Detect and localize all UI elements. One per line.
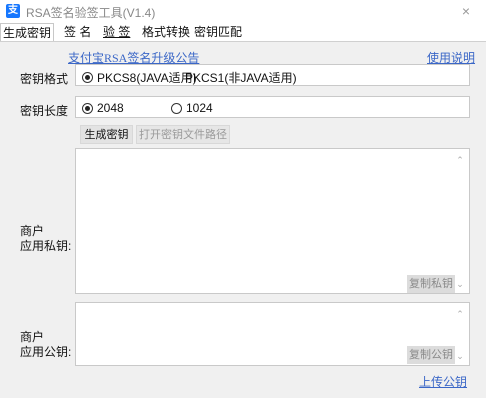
alipay-icon: 支	[6, 4, 20, 18]
generate-key-button[interactable]: 生成密钥	[80, 125, 133, 144]
private-key-label-line2: 应用私钥:	[20, 239, 72, 253]
upload-public-key-link[interactable]: 上传公钥	[419, 373, 467, 390]
public-key-textarea[interactable]: ⌃ ⌄ 复制公钥	[75, 302, 470, 366]
key-format-group: PKCS8(JAVA适用) PKCS1(非JAVA适用)	[75, 64, 470, 86]
copy-public-key-button[interactable]: 复制公钥	[407, 346, 455, 364]
radio-1024-label: 1024	[186, 101, 213, 115]
title-bar: 支 RSA签名验签工具(V1.4) ×	[0, 0, 486, 22]
open-key-path-button[interactable]: 打开密钥文件路径	[136, 125, 230, 144]
radio-2048[interactable]: 2048	[82, 101, 124, 115]
copy-private-key-button[interactable]: 复制私钥	[407, 275, 455, 293]
radio-unchecked-icon	[171, 102, 182, 114]
radio-pkcs8[interactable]: PKCS8(JAVA适用)	[82, 69, 197, 86]
close-icon[interactable]: ×	[456, 2, 476, 20]
key-format-label: 密钥格式	[20, 72, 69, 86]
generate-key-panel: 支付宝RSA签名升级公告 使用说明 密钥格式 PKCS8(JAVA适用) PKC…	[0, 41, 486, 398]
tab-bar: 生成密钥 签 名 验 签 格式转换 密钥匹配	[0, 23, 486, 41]
chevron-up-icon[interactable]: ⌃	[454, 154, 466, 166]
radio-pkcs1[interactable]: PKCS1(非JAVA适用)	[185, 69, 297, 86]
radio-pkcs1-label: PKCS1(非JAVA适用)	[185, 71, 297, 85]
key-length-group: 2048 1024	[75, 96, 470, 118]
tab-sign[interactable]: 签 名	[64, 23, 91, 41]
tab-generate-key[interactable]: 生成密钥	[0, 23, 55, 41]
radio-checked-icon	[82, 102, 93, 114]
radio-2048-label: 2048	[97, 101, 124, 115]
tab-format-convert[interactable]: 格式转换	[142, 23, 190, 41]
tab-key-match[interactable]: 密钥匹配	[194, 23, 242, 41]
chevron-down-icon[interactable]: ⌄	[454, 350, 466, 362]
private-key-textarea[interactable]: ⌃ ⌄ 复制私钥	[75, 148, 470, 294]
radio-checked-icon	[82, 72, 93, 83]
tab-verify[interactable]: 验 签	[103, 23, 130, 41]
radio-pkcs8-label: PKCS8(JAVA适用)	[97, 71, 197, 85]
radio-1024[interactable]: 1024	[171, 101, 213, 115]
window-title: RSA签名验签工具(V1.4)	[26, 6, 156, 20]
chevron-up-icon[interactable]: ⌃	[454, 308, 466, 320]
public-key-label-line2: 应用公钥:	[20, 345, 72, 359]
chevron-down-icon[interactable]: ⌄	[454, 278, 466, 290]
key-length-label: 密钥长度	[20, 104, 69, 118]
